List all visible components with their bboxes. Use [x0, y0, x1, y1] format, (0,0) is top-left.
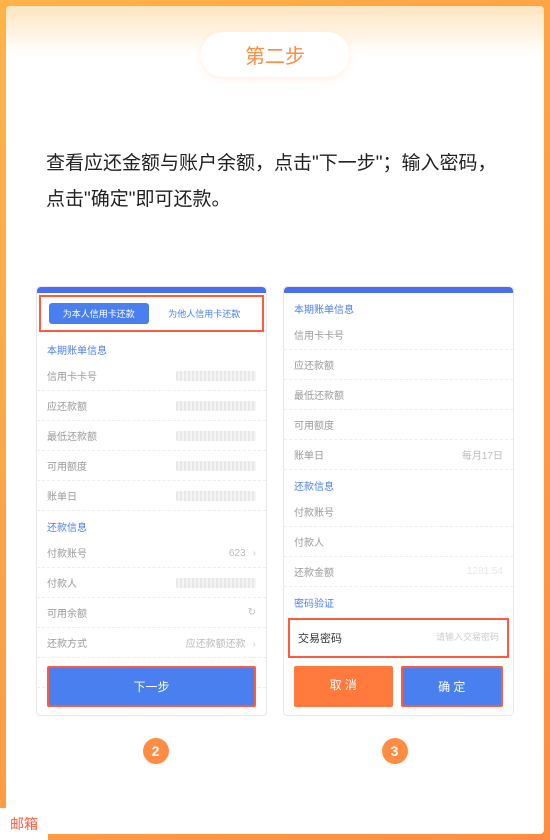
- row-repay-amt: 还款金额 1281.54: [284, 557, 513, 587]
- screenshot-row: 为本人信用卡还款 为他人信用卡还款 本期账单信息 信用卡卡号 应还款额 最低还款…: [36, 286, 514, 716]
- amt-due-label: 应还款额: [47, 398, 87, 413]
- card-no-label: 信用卡卡号: [47, 368, 97, 383]
- tab-self-card[interactable]: 为本人信用卡还款: [49, 303, 149, 324]
- section-repay-title: 还款信息: [284, 470, 513, 497]
- password-label: 交易密码: [298, 630, 342, 646]
- row-card-no: 信用卡卡号: [37, 361, 266, 391]
- blur-value: [176, 491, 256, 501]
- section-pwd-title: 密码验证: [284, 587, 513, 614]
- repay-amt-value: 1281.54: [467, 566, 503, 577]
- avail-label: 可用额度: [294, 417, 334, 432]
- badge-3: 3: [382, 738, 408, 764]
- pay-acct-value: 623: [229, 548, 246, 559]
- refresh-icon[interactable]: ↻: [248, 607, 256, 618]
- button-row: 取 消 确 定: [294, 666, 503, 707]
- next-step-button[interactable]: 下一步: [47, 666, 256, 707]
- phone-topbar: [37, 287, 266, 293]
- row-bill-date: 账单日 每月17日: [284, 440, 513, 470]
- row-pay-acct[interactable]: 付款账号 623 ›: [37, 538, 266, 568]
- row-payer: 付款人: [37, 568, 266, 598]
- payer-label: 付款人: [294, 534, 324, 549]
- row-repay-method[interactable]: 还款方式 应还款额还款 ›: [37, 628, 266, 658]
- bill-date-label: 账单日: [47, 488, 77, 503]
- bill-date-value: 每月17日: [462, 447, 503, 462]
- row-avail: 可用额度: [37, 451, 266, 481]
- blur-value: [176, 371, 256, 381]
- number-badges: 2 3: [36, 738, 514, 764]
- avail-label: 可用额度: [47, 458, 87, 473]
- chevron-right-icon: ›: [253, 548, 256, 559]
- blur-value: [176, 431, 256, 441]
- section-repay-title: 还款信息: [37, 511, 266, 538]
- row-pay-acct: 付款账号: [284, 497, 513, 527]
- row-min-due: 最低还款额: [37, 421, 266, 451]
- repay-method-label: 还款方式: [47, 635, 87, 650]
- row-min-due: 最低还款额: [284, 380, 513, 410]
- pay-acct-label: 付款账号: [294, 504, 334, 519]
- phone-screenshot-2: 为本人信用卡还款 为他人信用卡还款 本期账单信息 信用卡卡号 应还款额 最低还款…: [36, 286, 267, 716]
- row-amt-due: 应还款额: [37, 391, 266, 421]
- row-avail: 可用额度: [284, 410, 513, 440]
- cancel-button[interactable]: 取 消: [294, 666, 393, 707]
- phone-screenshot-3: 本期账单信息 信用卡卡号 应还款额 最低还款额 可用额度 账单日 每月17日 还…: [283, 286, 514, 716]
- chevron-right-icon: ›: [253, 639, 256, 650]
- bill-date-label: 账单日: [294, 447, 324, 462]
- content-card: 第二步 查看应还金额与账户余额，点击"下一步"；输入密码，点击"确定"即可还款。…: [6, 6, 544, 834]
- avail-bal-label: 可用余额: [47, 605, 87, 620]
- blur-value: [176, 578, 256, 588]
- repay-method-value: 应还款额还款: [186, 639, 246, 650]
- row-avail-bal: 可用余额 ↻: [37, 598, 266, 628]
- amt-due-label: 应还款额: [294, 357, 334, 372]
- blur-value: [176, 401, 256, 411]
- step-label: 第二步: [245, 46, 305, 68]
- payer-label: 付款人: [47, 575, 77, 590]
- section-bill-title: 本期账单信息: [37, 334, 266, 361]
- min-due-label: 最低还款额: [294, 387, 344, 402]
- row-payer: 付款人: [284, 527, 513, 557]
- pay-acct-label: 付款账号: [47, 545, 87, 560]
- confirm-button[interactable]: 确 定: [401, 666, 504, 707]
- tab-bar: 为本人信用卡还款 为他人信用卡还款: [39, 295, 264, 332]
- row-bill-date: 账单日: [37, 481, 266, 511]
- tab-other-card[interactable]: 为他人信用卡还款: [155, 303, 255, 324]
- section-bill-title: 本期账单信息: [284, 293, 513, 320]
- repay-amt-label: 还款金额: [294, 564, 334, 579]
- password-highlight-box: 交易密码 请输入交易密码: [288, 618, 509, 658]
- password-placeholder: 请输入交易密码: [436, 630, 499, 646]
- min-due-label: 最低还款额: [47, 428, 97, 443]
- card-no-label: 信用卡卡号: [294, 327, 344, 342]
- badge-2: 2: [143, 738, 169, 764]
- password-row[interactable]: 交易密码 请输入交易密码: [290, 620, 507, 656]
- step-badge: 第二步: [201, 32, 349, 77]
- instruction-text: 查看应还金额与账户余额，点击"下一步"；输入密码，点击"确定"即可还款。: [46, 146, 504, 218]
- blur-value: [176, 461, 256, 471]
- row-amt-due: 应还款额: [284, 350, 513, 380]
- footer-label: 邮箱: [0, 808, 48, 840]
- row-card-no: 信用卡卡号: [284, 320, 513, 350]
